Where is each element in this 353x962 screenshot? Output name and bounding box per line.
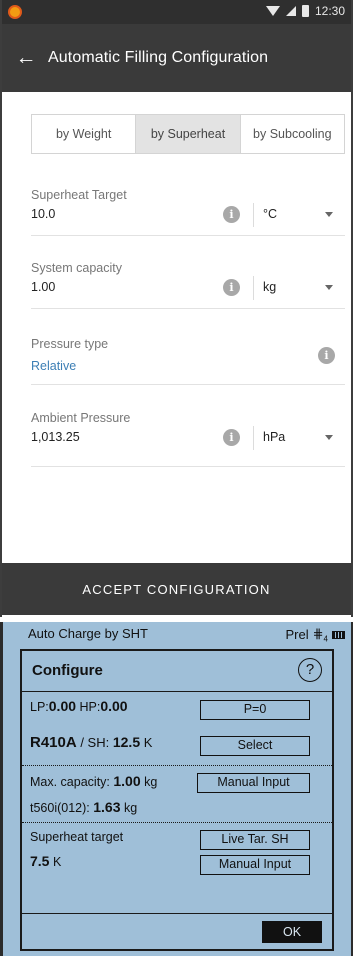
divider	[253, 426, 254, 450]
select-refrigerant-button[interactable]: Select	[200, 736, 310, 756]
tab-by-superheat[interactable]: by Superheat	[136, 115, 241, 153]
divider	[253, 203, 254, 227]
manual-input-capacity-button[interactable]: Manual Input	[197, 773, 310, 793]
device-status: Prel ⋕4	[286, 626, 345, 644]
info-icon[interactable]: i	[223, 279, 240, 296]
battery-icon	[332, 630, 345, 639]
tab-by-weight[interactable]: by Weight	[32, 115, 137, 153]
tab-by-subcooling[interactable]: by Subcooling	[241, 115, 344, 153]
signal-icon	[285, 6, 296, 16]
chevron-down-icon	[325, 435, 333, 440]
capacity-unit-select[interactable]: kg	[255, 276, 337, 300]
status-icons: 12:30	[265, 4, 345, 18]
manual-input-superheat-button[interactable]: Manual Input	[200, 855, 310, 875]
pressure-unit-label: hPa	[263, 430, 286, 444]
superheat-target-label: Superheat target	[30, 830, 124, 844]
info-icon[interactable]: i	[223, 206, 240, 223]
device-status-label: Prel	[285, 627, 309, 643]
ambient-pressure-value[interactable]: 1,013.25	[31, 430, 80, 444]
bluetooth-icon: ⋕4	[312, 626, 328, 644]
pressure-unit-select[interactable]: hPa	[255, 426, 337, 450]
superheat-unit-select[interactable]: °C	[255, 203, 337, 227]
divider	[22, 822, 332, 823]
app-notification-icon	[8, 5, 22, 19]
dialog-title: Configure	[32, 662, 103, 679]
system-capacity-label: System capacity	[31, 261, 123, 275]
ambient-pressure-label: Ambient Pressure	[31, 411, 131, 425]
refrigerant-readout: R410A / SH: 12.5 K	[30, 734, 153, 751]
accept-configuration-button[interactable]: ACCEPT CONFIGURATION	[2, 563, 351, 615]
status-bar: 12:30	[2, 0, 351, 24]
superheat-target-field: Superheat Target 10.0 i °C	[31, 186, 345, 236]
max-capacity-readout: Max. capacity: 1.00 kg	[30, 773, 158, 789]
divider	[22, 691, 332, 692]
ok-button[interactable]: OK	[262, 921, 322, 943]
page-title: Automatic Filling Configuration	[48, 49, 269, 66]
divider	[253, 276, 254, 300]
status-time: 12:30	[314, 4, 345, 18]
info-icon[interactable]: i	[223, 429, 240, 446]
divider	[22, 765, 332, 766]
p-zero-button[interactable]: P=0	[200, 700, 310, 720]
pressure-readout: LP:0.00 HP:0.00	[30, 698, 128, 714]
battery-icon	[301, 5, 309, 17]
info-icon[interactable]: i	[318, 347, 335, 364]
pressure-type-value[interactable]: Relative	[31, 359, 76, 373]
phone-screen: 12:30 ← Automatic Filling Configuration …	[0, 0, 353, 617]
instrument-display: Auto Charge by SHT Prel ⋕4 Configure ? L…	[0, 622, 353, 956]
chevron-down-icon	[325, 285, 333, 290]
configure-dialog: Configure ? LP:0.00 HP:0.00 P=0 R410A / …	[20, 649, 334, 951]
system-capacity-value[interactable]: 1.00	[31, 280, 55, 294]
scale-readout: t560i(012): 1.63 kg	[30, 799, 138, 815]
fill-mode-tabs: by Weight by Superheat by Subcooling	[31, 114, 345, 154]
back-arrow-icon[interactable]: ←	[12, 44, 40, 72]
app-bar: ← Automatic Filling Configuration	[2, 24, 351, 92]
capacity-unit-label: kg	[263, 280, 277, 294]
superheat-target-readout: 7.5 K	[30, 853, 62, 869]
divider	[22, 913, 332, 914]
superheat-unit-label: °C	[263, 207, 278, 221]
system-capacity-field: System capacity 1.00 i kg	[31, 259, 345, 309]
pressure-type-field: Pressure type Relative i	[31, 335, 345, 385]
superheat-target-value[interactable]: 10.0	[31, 207, 55, 221]
wifi-icon	[265, 6, 280, 16]
ambient-pressure-field: Ambient Pressure 1,013.25 i hPa	[31, 409, 345, 467]
superheat-target-label: Superheat Target	[31, 188, 127, 202]
chevron-down-icon	[325, 212, 333, 217]
help-icon[interactable]: ?	[298, 658, 322, 682]
pressure-type-label: Pressure type	[31, 337, 109, 351]
live-target-sh-button[interactable]: Live Tar. SH	[200, 830, 310, 850]
device-mode-label: Auto Charge by SHT	[28, 626, 148, 641]
